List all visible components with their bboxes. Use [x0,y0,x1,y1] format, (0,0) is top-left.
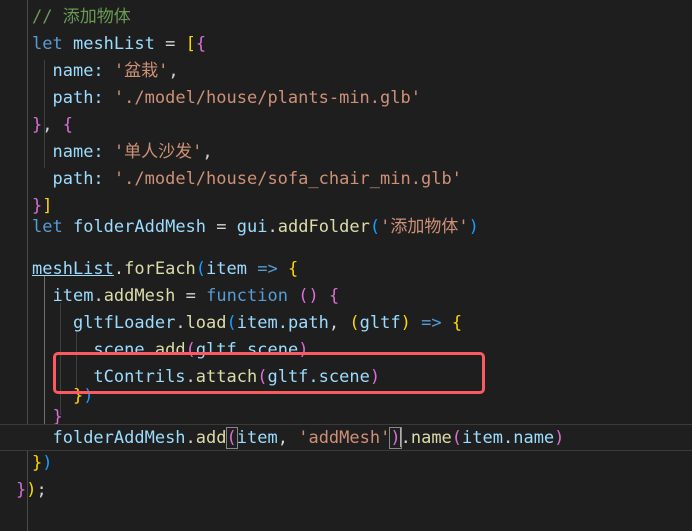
dot: . [185,428,196,448]
object-gltfloader: gltfLoader [72,313,176,333]
comma: , [202,142,213,162]
method-foreach: forEach [124,259,196,279]
paren-open: ( [195,259,207,279]
bracket-open-curly: { [195,34,207,54]
operator-assign: = [185,286,196,306]
comment-token: // 添加物体 [32,7,131,27]
code-line-15[interactable]: scene.add(gltf.scene) [0,337,692,364]
paren-close: ) [554,428,565,448]
bracket-close-curly: } [16,480,27,500]
paren-pair-empty: () [298,286,319,306]
dot: . [175,313,186,333]
arrow-operator: => [421,313,442,333]
bracket-close-curly: } [32,115,43,135]
paren-close: ) [298,340,309,360]
arrow-operator: => [257,259,278,279]
operator-assign: = [216,217,227,237]
bracket-close-curly: } [32,196,43,216]
method-load: load [185,313,227,333]
object-key-name: name: [52,61,104,81]
paren-close: ) [83,386,94,406]
comma: , [328,313,340,333]
code-line-20[interactable]: }) [0,450,692,477]
arg-item: item [236,428,278,448]
bracket-open-square: [ [185,34,196,54]
paren-close-inner: ) [400,313,411,333]
dot: . [144,340,155,360]
code-line-3[interactable]: name: '盆栽', [0,58,692,85]
object-key-path: path: [52,169,104,189]
string-literal: '盆栽' [113,61,169,81]
comma: , [277,428,288,448]
dot: . [267,217,278,237]
identifier-folderaddmesh: folderAddMesh [72,217,207,237]
object-key-name: name: [52,142,104,162]
dot: . [93,286,104,306]
code-line-12[interactable]: meshList.forEach(item => { [0,256,692,283]
method-addfolder: addFolder [277,217,370,237]
bracket-open-curly: { [328,286,340,306]
bracket-open-curly: { [287,259,299,279]
bracket-close-curly: } [32,453,43,473]
object-scene: scene [93,340,145,360]
code-editor[interactable]: // 添加物体 let meshList = [{ name: '盆栽', pa… [0,0,692,531]
paren-open: ( [369,217,381,237]
paren-close: ) [42,453,53,473]
code-line-7[interactable]: path: './model/house/sofa_chair_min.glb' [0,166,692,193]
arg-gltf-scene: gltf.scene [195,340,299,360]
object-folderaddmesh: folderAddMesh [52,428,186,448]
object-item: item [52,286,94,306]
paren-open: ( [451,428,463,448]
comma: , [42,115,53,135]
param-item: item [206,259,247,279]
comma: , [168,61,179,81]
code-line-10[interactable]: let folderAddMesh = gui.addFolder('添加物体'… [0,214,692,241]
identifier-meshlist: meshList [72,34,155,54]
code-line-1[interactable]: // 添加物体 [0,4,692,31]
string-literal: './model/house/plants-min.glb' [113,88,421,108]
arg-item-path: item.path [236,313,329,333]
code-surface[interactable]: // 添加物体 let meshList = [{ name: '盆栽', pa… [0,0,692,531]
keyword-function: function [206,286,288,306]
string-literal: './model/house/sofa_chair_min.glb' [113,169,462,189]
method-add: add [195,428,227,448]
bracket-close-curly: } [72,386,84,406]
keyword-let: let [32,217,63,237]
paren-open: ( [226,313,237,333]
property-addmesh: addMesh [103,286,176,306]
dot: . [400,428,411,448]
paren-open-inner: ( [349,313,360,333]
code-line-5[interactable]: }, { [0,112,692,139]
code-line-13[interactable]: item.addMesh = function () { [0,283,692,310]
operator-assign: = [165,34,176,54]
paren-open: ( [185,340,196,360]
keyword-let: let [32,34,63,54]
paren-open-matched: ( [225,427,238,449]
string-literal: '单人沙发' [113,142,203,162]
dot: . [113,259,125,279]
method-name: name [410,428,452,448]
paren-close: ) [468,217,479,237]
arg-item-name: item.name [462,428,555,448]
code-line-4[interactable]: path: './model/house/plants-min.glb' [0,85,692,112]
semicolon: ; [36,480,47,500]
bracket-open-curly: { [62,115,73,135]
bracket-open-curly: { [451,313,463,333]
identifier-meshlist-link[interactable]: meshList [32,259,114,279]
bracket-close-square: ] [42,196,53,216]
method-add: add [154,340,186,360]
code-line-14[interactable]: gltfLoader.load(item.path, (gltf) => { [0,310,692,337]
code-line-6[interactable]: name: '单人沙发', [0,139,692,166]
param-gltf: gltf [359,313,401,333]
object-key-path: path: [52,88,104,108]
paren-close: ) [26,480,37,500]
object-gui: gui [236,217,268,237]
code-line-19-current[interactable]: folderAddMesh.add(item, 'addMesh').name(… [0,424,692,451]
string-literal: '添加物体' [380,217,469,237]
code-line-21[interactable]: }); [0,477,692,504]
code-line-2[interactable]: let meshList = [{ [0,31,692,58]
string-addmesh: 'addMesh' [298,428,391,448]
